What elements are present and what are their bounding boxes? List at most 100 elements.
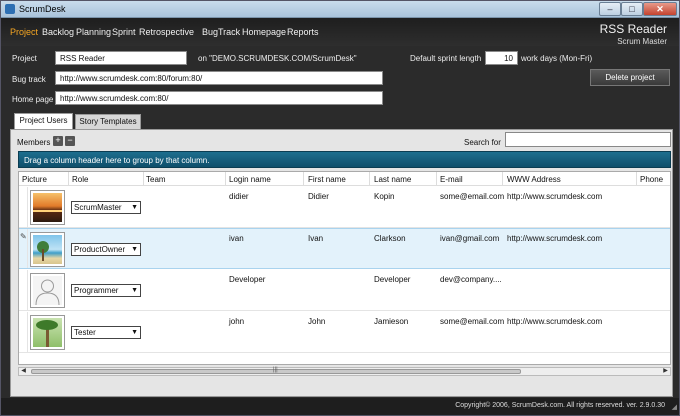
email-cell[interactable]: some@email.com [440, 192, 504, 201]
user-picture [30, 190, 65, 225]
sprint-length-unit: work days (Mon-Fri) [521, 54, 593, 63]
column-header-last-name[interactable]: Last name [374, 175, 411, 184]
member-search-input[interactable] [505, 132, 671, 147]
project-label: Project [12, 54, 37, 63]
column-header-first-name[interactable]: First name [308, 175, 346, 184]
column-separator[interactable] [636, 172, 637, 186]
scroll-left-icon[interactable]: ◀ [19, 368, 28, 375]
first-name-cell[interactable]: John [308, 317, 325, 326]
search-label: Search for [464, 138, 501, 147]
app-icon [5, 4, 15, 14]
row-indicator [19, 187, 28, 227]
minimize-button[interactable]: – [599, 2, 621, 16]
login-cell[interactable]: john [229, 317, 244, 326]
menu-item-sprint[interactable]: Sprint [112, 27, 136, 37]
resize-grip-icon[interactable]: ◢ [672, 403, 677, 411]
row-indicator [19, 312, 28, 352]
column-header-phone[interactable]: Phone [640, 175, 663, 184]
column-separator[interactable] [68, 172, 69, 186]
role-select[interactable]: ScrumMaster ▼ [71, 201, 141, 214]
email-cell[interactable]: dev@company.... [440, 275, 502, 284]
title-bar[interactable]: ScrumDesk – □ ✕ [1, 1, 679, 18]
column-separator[interactable] [143, 172, 144, 186]
role-value: ProductOwner [74, 245, 126, 254]
www-cell[interactable]: http://www.scrumdesk.com [507, 192, 602, 201]
table-row[interactable]: ✎ ProductOwner ▼ ivan Ivan Clarkson ivan… [19, 228, 670, 269]
row-indicator: ✎ [19, 229, 28, 268]
chevron-down-icon: ▼ [131, 204, 138, 211]
login-cell[interactable]: didier [229, 192, 249, 201]
close-button[interactable]: ✕ [643, 2, 677, 16]
chevron-down-icon: ▼ [131, 246, 138, 253]
column-header-login[interactable]: Login name [229, 175, 271, 184]
chevron-down-icon: ▼ [131, 287, 138, 294]
column-header-team[interactable]: Team [146, 175, 166, 184]
homepage-url-input[interactable] [55, 91, 383, 105]
current-user-role: Scrum Master [617, 37, 667, 46]
login-cell[interactable]: ivan [229, 234, 244, 243]
add-member-button[interactable]: + [53, 136, 63, 146]
scrollbar-thumb[interactable]: ||| [31, 367, 521, 374]
table-row[interactable]: Tester ▼ john John Jamieson some@email.c… [19, 312, 670, 353]
chevron-down-icon: ▼ [131, 329, 138, 336]
menu-item-backlog[interactable]: Backlog [42, 27, 74, 37]
current-project-name: RSS Reader [599, 22, 667, 36]
project-users-panel: Members + − Search for Drag a column hea… [10, 129, 673, 397]
person-silhouette-icon [35, 279, 60, 305]
role-select[interactable]: Programmer ▼ [71, 284, 141, 297]
menu-item-retrospective[interactable]: Retrospective [139, 27, 194, 37]
role-select[interactable]: Tester ▼ [71, 326, 141, 339]
homepage-label: Home page [12, 95, 54, 104]
column-header-www[interactable]: WWW Address [507, 175, 561, 184]
menu-item-bugtrack[interactable]: BugTrack [202, 27, 240, 37]
grip-icon: ||| [273, 367, 278, 373]
project-settings: Project on "DEMO.SCRUMDESK.COM/ScrumDesk… [1, 46, 679, 398]
remove-member-button[interactable]: − [65, 136, 75, 146]
www-cell[interactable]: http://www.scrumdesk.com [507, 234, 602, 243]
login-cell[interactable]: Developer [229, 275, 265, 284]
last-name-cell[interactable]: Kopin [374, 192, 394, 201]
members-grid: Picture Role Team Login name First name … [18, 171, 671, 365]
column-separator[interactable] [369, 172, 370, 186]
role-value: Tester [74, 328, 96, 337]
horizontal-scrollbar[interactable]: ◀ ||| ▶ [18, 367, 671, 376]
project-server-text: on "DEMO.SCRUMDESK.COM/ScrumDesk" [198, 54, 357, 63]
row-indicator [19, 270, 28, 310]
maximize-button[interactable]: □ [621, 2, 643, 16]
menu-item-planning[interactable]: Planning [76, 27, 111, 37]
column-separator[interactable] [502, 172, 503, 186]
menu-item-homepage[interactable]: Homepage [242, 27, 286, 37]
column-header-picture[interactable]: Picture [22, 175, 47, 184]
role-value: Programmer [74, 286, 119, 295]
email-cell[interactable]: ivan@gmail.com [440, 234, 499, 243]
scroll-right-icon[interactable]: ▶ [661, 368, 670, 375]
main-menu: Project Backlog Planning Sprint Retrospe… [1, 18, 679, 46]
last-name-cell[interactable]: Developer [374, 275, 410, 284]
role-select[interactable]: ProductOwner ▼ [71, 243, 141, 256]
column-separator[interactable] [303, 172, 304, 186]
first-name-cell[interactable]: Didier [308, 192, 329, 201]
www-cell[interactable]: http://www.scrumdesk.com [507, 317, 602, 326]
project-name-input[interactable] [55, 51, 187, 65]
tab-story-templates[interactable]: Story Templates [75, 114, 141, 129]
menu-item-reports[interactable]: Reports [287, 27, 319, 37]
column-separator[interactable] [436, 172, 437, 186]
column-separator[interactable] [225, 172, 226, 186]
user-picture [30, 273, 65, 308]
table-row[interactable]: ScrumMaster ▼ didier Didier Kopin some@e… [19, 187, 670, 228]
bugtrack-url-input[interactable] [55, 71, 383, 85]
group-by-drop-zone[interactable]: Drag a column header here to group by th… [18, 151, 671, 168]
menu-item-project[interactable]: Project [10, 27, 38, 37]
last-name-cell[interactable]: Clarkson [374, 234, 406, 243]
delete-project-button[interactable]: Delete project [590, 69, 670, 86]
tab-project-users[interactable]: Project Users [14, 113, 73, 129]
column-header-role[interactable]: Role [72, 175, 88, 184]
column-header-email[interactable]: E-mail [440, 175, 463, 184]
last-name-cell[interactable]: Jamieson [374, 317, 408, 326]
first-name-cell[interactable]: Ivan [308, 234, 323, 243]
grid-header: Picture Role Team Login name First name … [19, 172, 670, 186]
table-row[interactable]: Programmer ▼ Developer Developer dev@com… [19, 270, 670, 311]
email-cell[interactable]: some@email.com [440, 317, 504, 326]
sprint-length-input[interactable] [485, 51, 518, 65]
user-picture [30, 232, 65, 267]
